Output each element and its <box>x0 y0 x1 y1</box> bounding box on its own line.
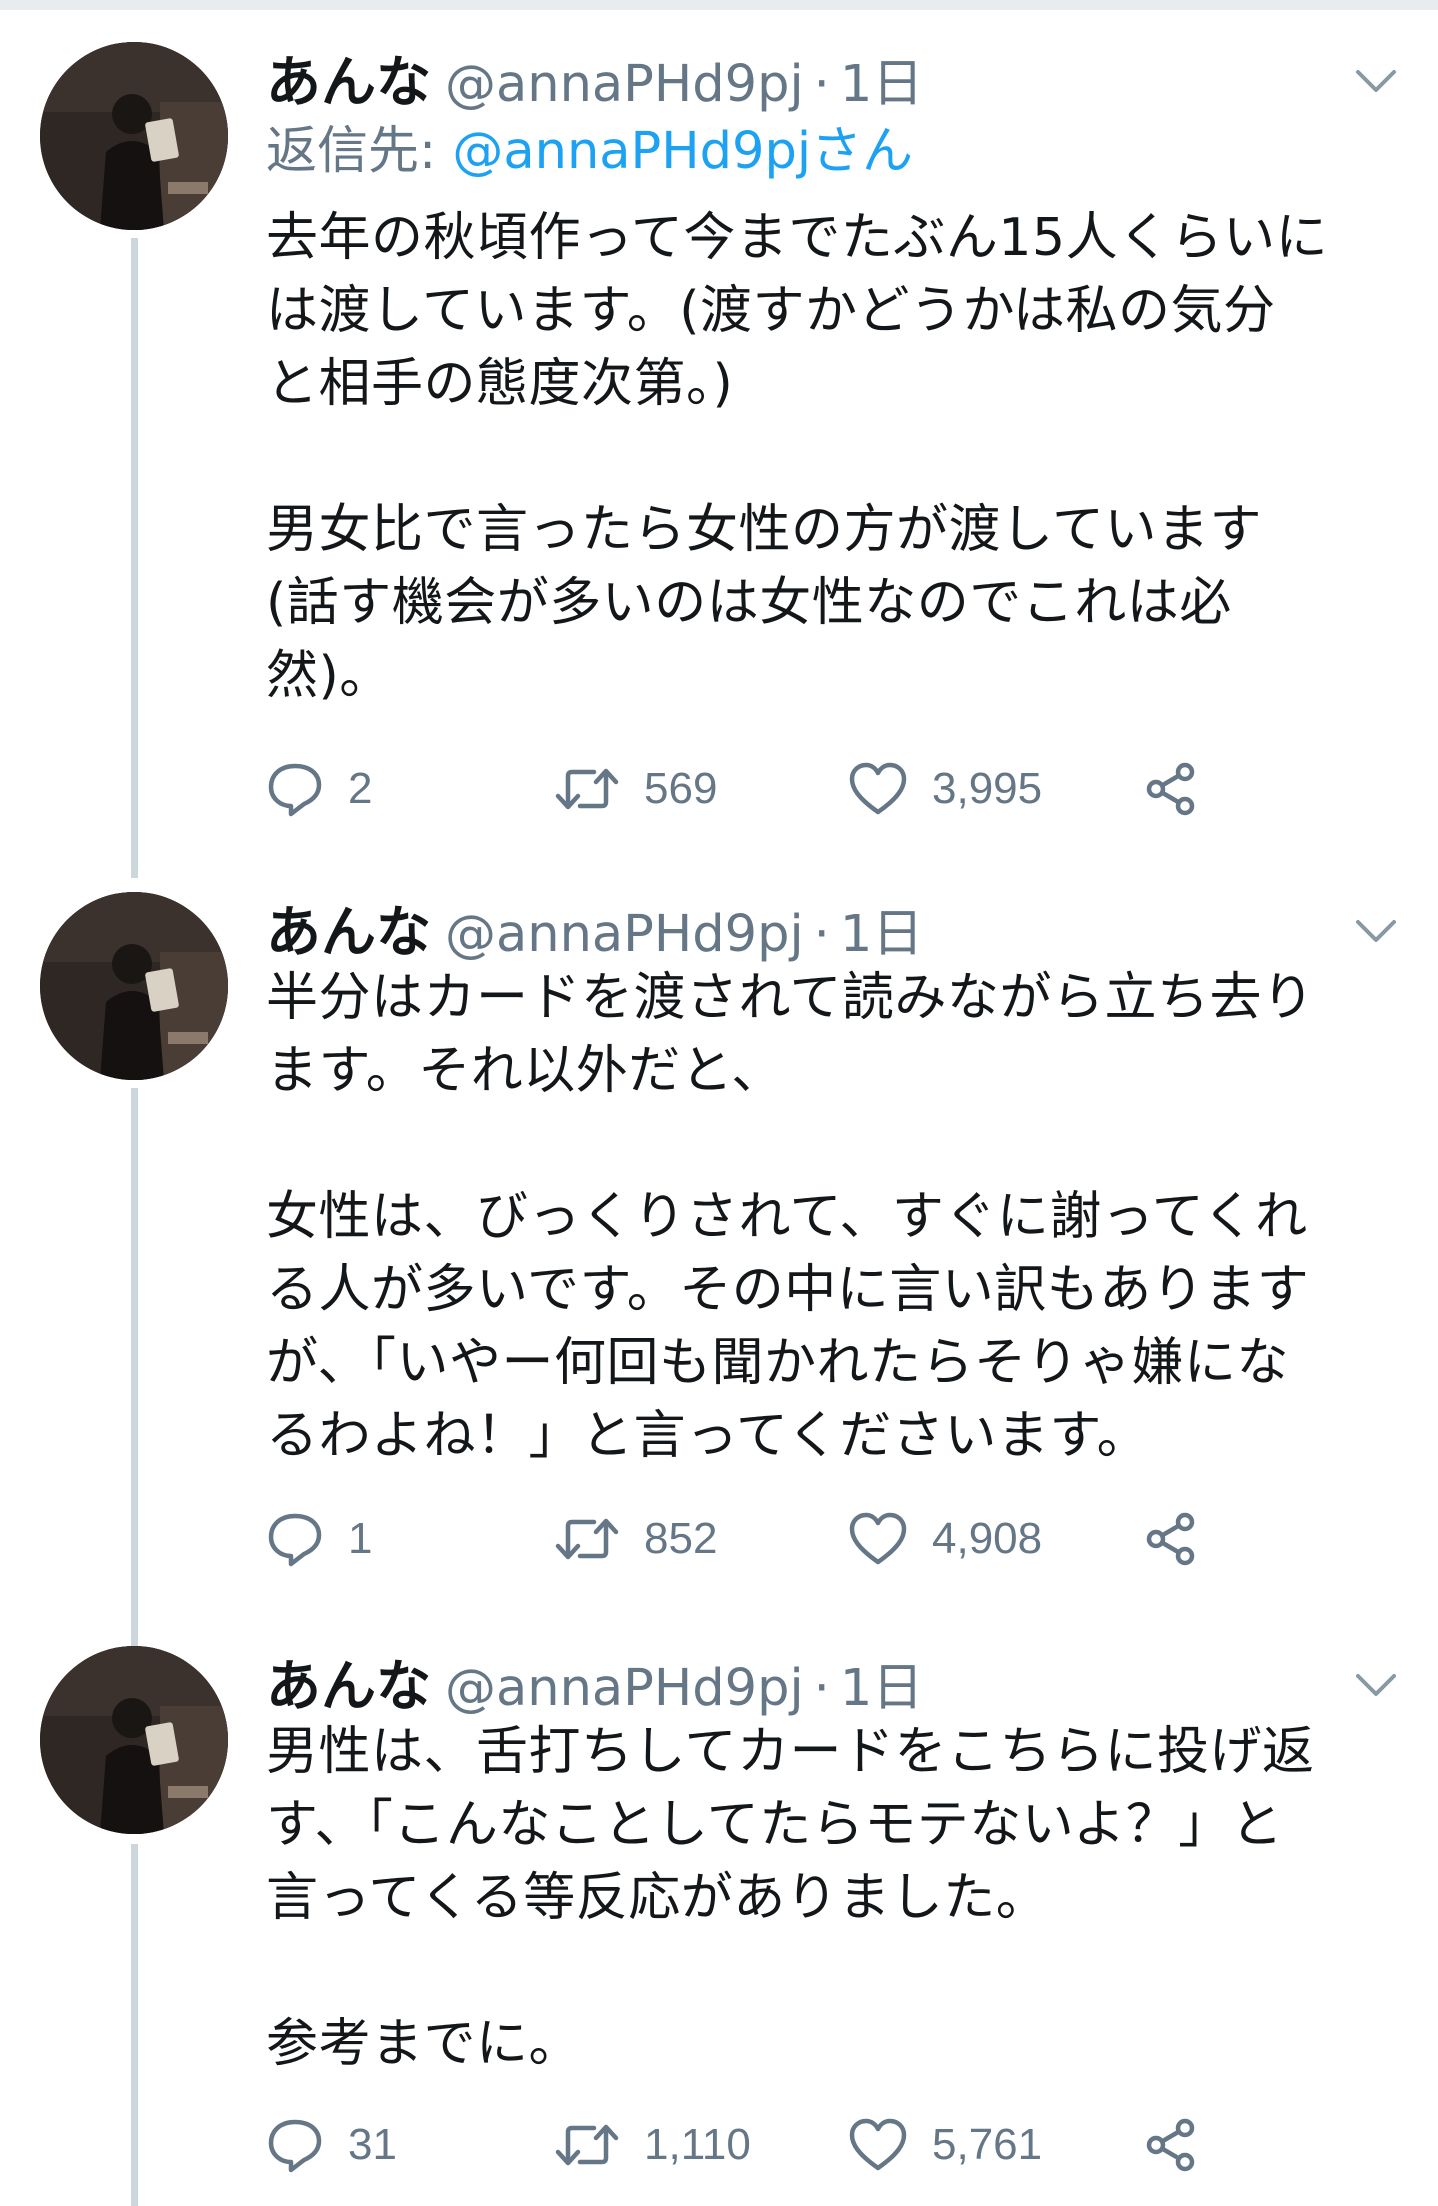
tweet-header: あんな @annaPHd9pj · 1日 <box>266 1646 1326 1726</box>
like-button[interactable]: 4,908 <box>848 1504 1042 1574</box>
display-name[interactable]: あんな <box>266 50 431 114</box>
retweet-count: 852 <box>644 1514 718 1563</box>
retweet-arrows-icon <box>555 1518 619 1560</box>
tweet-actions: 31 1,110 5,761 <box>266 2110 1246 2180</box>
avatar-photo <box>40 1646 228 1834</box>
share-nodes-icon <box>1146 1512 1195 1566</box>
speech-bubble-icon <box>268 763 322 817</box>
avatar-photo <box>40 892 228 1080</box>
chevron-down-icon[interactable] <box>1352 910 1400 950</box>
tweet[interactable]: あんな @annaPHd9pj · 1日 男性は、舌打ちしてカードをこちらに投げ返 す… <box>0 1646 1438 2206</box>
reply-to-line: 返信先: @annaPHd9pjさん <box>266 114 913 190</box>
avatar[interactable] <box>40 1646 228 1834</box>
reply-button[interactable]: 2 <box>266 754 372 824</box>
reply-count: 31 <box>348 2120 397 2169</box>
tweet-actions: 2 569 3,995 <box>266 754 1246 824</box>
like-button[interactable]: 5,761 <box>848 2110 1042 2180</box>
user-handle[interactable]: @annaPHd9pj <box>445 55 804 114</box>
reply-to-label: 返信先: <box>266 122 453 181</box>
chevron-down-icon[interactable] <box>1352 1664 1400 1704</box>
timestamp[interactable]: 1日 <box>840 905 923 964</box>
reply-mention-link[interactable]: @annaPHd9pjさん <box>452 122 913 181</box>
display-name[interactable]: あんな <box>266 900 431 964</box>
reply-count: 1 <box>348 1514 373 1563</box>
reply-button[interactable]: 31 <box>266 2110 397 2180</box>
tweet-actions: 1 852 4,908 <box>266 1504 1246 1574</box>
tweet-header: あんな @annaPHd9pj · 1日 <box>266 42 1326 122</box>
avatar[interactable] <box>40 42 228 230</box>
speech-bubble-icon <box>268 1513 322 1567</box>
heart-icon <box>849 762 907 815</box>
timestamp[interactable]: 1日 <box>840 1659 923 1718</box>
retweet-count: 569 <box>644 764 718 813</box>
top-divider <box>0 0 1438 10</box>
like-count: 3,995 <box>932 764 1043 813</box>
share-button[interactable] <box>1142 754 1200 824</box>
user-handle[interactable]: @annaPHd9pj <box>445 905 804 964</box>
reply-count: 2 <box>348 764 373 813</box>
tweet[interactable]: あんな @annaPHd9pj · 1日 半分はカードを渡されて読みながら立ち去り ま… <box>0 892 1438 1612</box>
retweet-arrows-icon <box>555 2124 619 2166</box>
share-nodes-icon <box>1146 2118 1195 2172</box>
like-count: 4,908 <box>932 1514 1043 1563</box>
like-count: 5,761 <box>932 2120 1043 2169</box>
retweet-count: 1,110 <box>644 2120 751 2169</box>
user-handle[interactable]: @annaPHd9pj <box>445 1659 804 1718</box>
retweet-button[interactable]: 569 <box>554 754 717 824</box>
chevron-down-icon[interactable] <box>1352 60 1400 100</box>
separator-dot: · <box>813 905 830 964</box>
share-button[interactable] <box>1142 1504 1200 1574</box>
tweet-text: 去年の秋頃作って今までたぶん15人くらいに は渡しています。(渡すかどうかは私の… <box>266 208 1329 706</box>
speech-bubble-icon <box>268 2119 322 2173</box>
tweet-text: 半分はカードを渡されて読みながら立ち去り ます。それ以外だと、 女性は、びっくり… <box>266 968 1315 1466</box>
reply-button[interactable]: 1 <box>266 1504 372 1574</box>
separator-dot: · <box>813 55 830 114</box>
retweet-button[interactable]: 852 <box>554 1504 717 1574</box>
avatar-photo <box>40 42 228 230</box>
tweet[interactable]: あんな @annaPHd9pj · 1日 返信先: @annaPHd9pjさん 去年の… <box>0 42 1438 852</box>
retweet-button[interactable]: 1,110 <box>554 2110 751 2180</box>
avatar[interactable] <box>40 892 228 1080</box>
heart-icon <box>849 2118 907 2171</box>
display-name[interactable]: あんな <box>266 1654 431 1718</box>
separator-dot: · <box>813 1659 830 1718</box>
share-nodes-icon <box>1146 762 1195 816</box>
like-button[interactable]: 3,995 <box>848 754 1042 824</box>
retweet-arrows-icon <box>555 768 619 810</box>
tweet-header: あんな @annaPHd9pj · 1日 <box>266 892 1326 972</box>
timestamp[interactable]: 1日 <box>840 55 923 114</box>
heart-icon <box>849 1512 907 1565</box>
tweet-text: 男性は、舌打ちしてカードをこちらに投げ返 す、「こんなことしてたらモテないよ？」… <box>266 1722 1315 2074</box>
share-button[interactable] <box>1142 2110 1200 2180</box>
